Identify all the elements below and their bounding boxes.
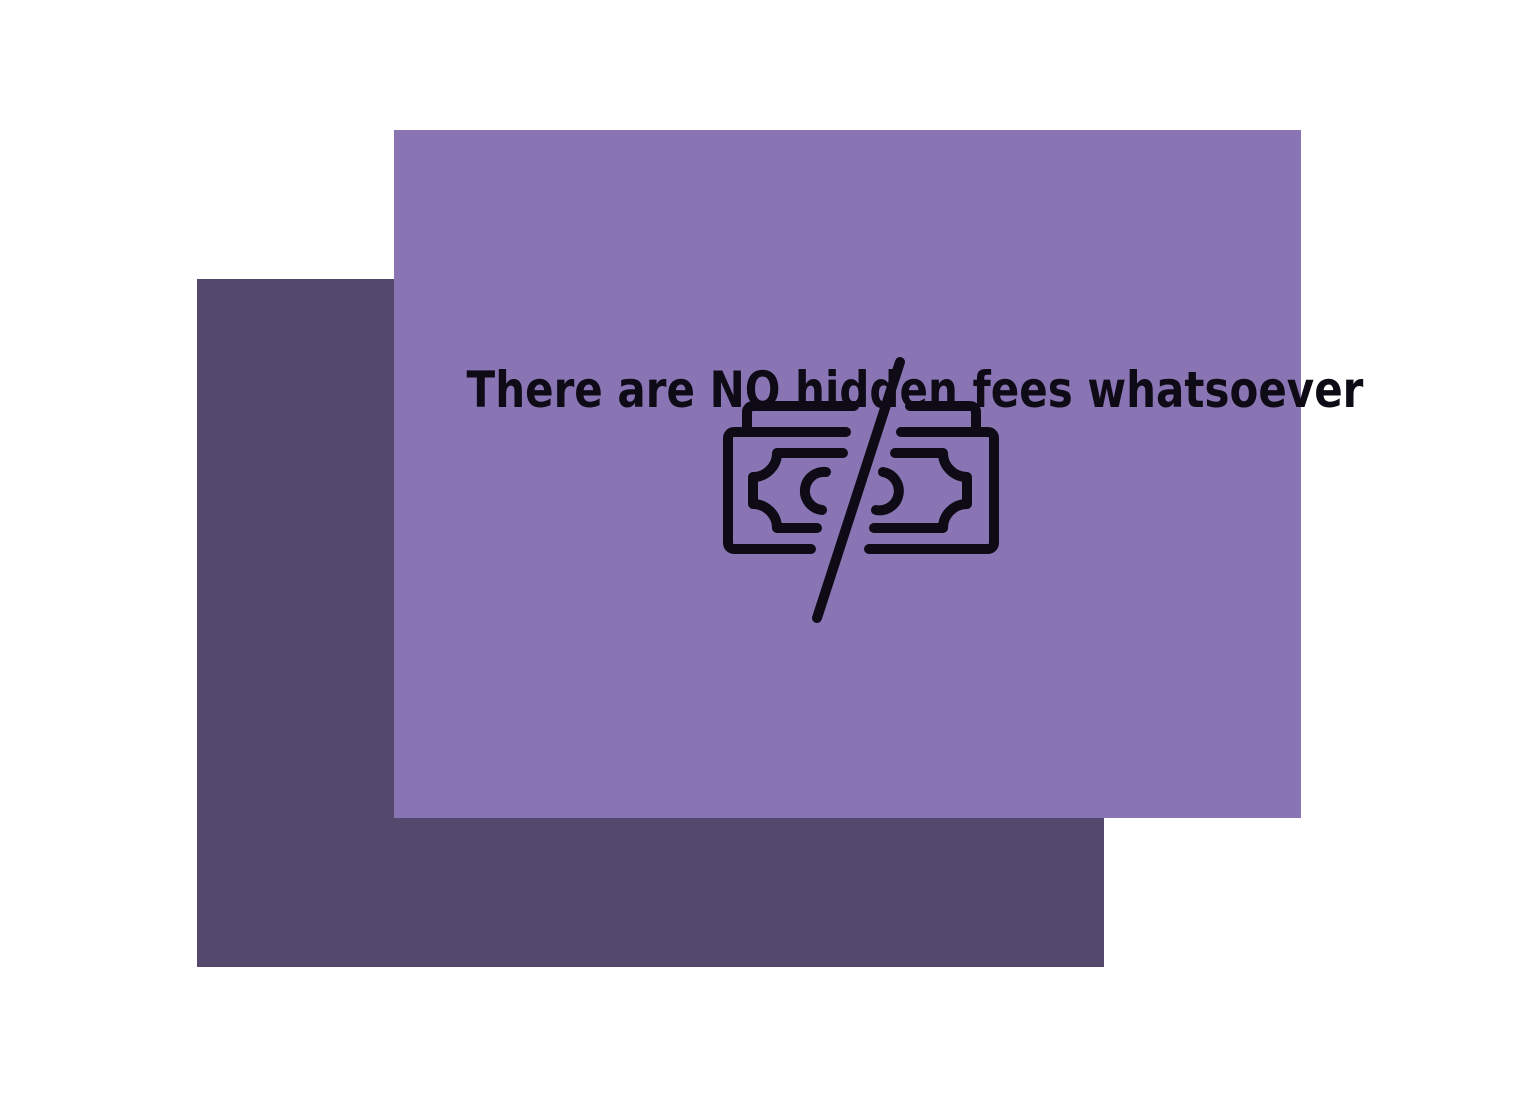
hero-stage: There are NO hidden fees whatsoever [0, 0, 1520, 1112]
money-slash-icon [714, 350, 1004, 630]
fees-card: There are NO hidden fees whatsoever [394, 130, 1363, 818]
